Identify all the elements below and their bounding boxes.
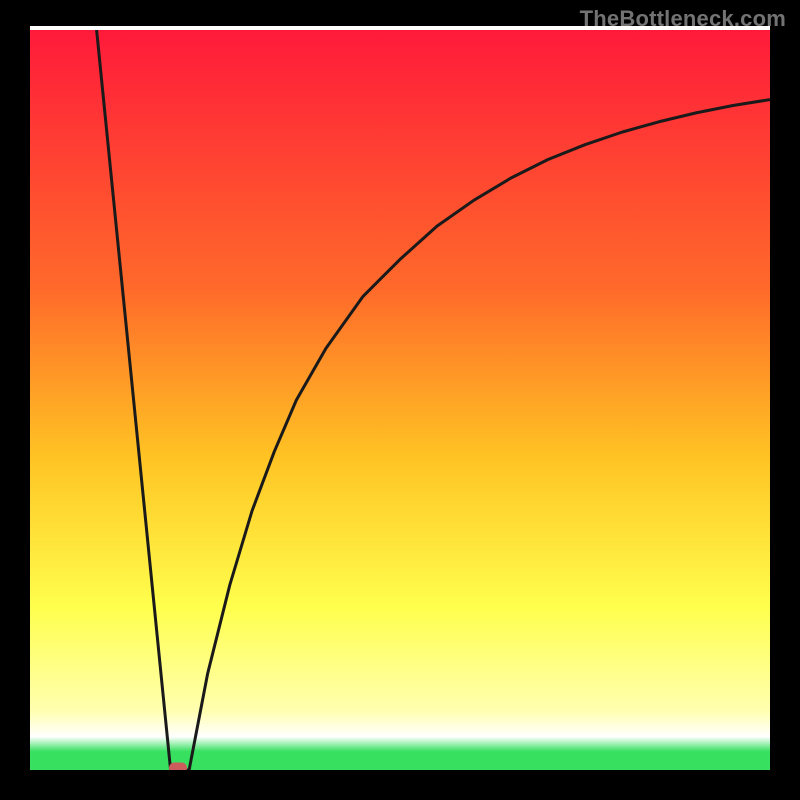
chart-plot-area [30,30,770,770]
optimal-point-marker [169,763,187,771]
watermark-text: TheBottleneck.com [580,6,786,32]
chart-svg [30,30,770,770]
chart-gradient-background [30,30,770,770]
